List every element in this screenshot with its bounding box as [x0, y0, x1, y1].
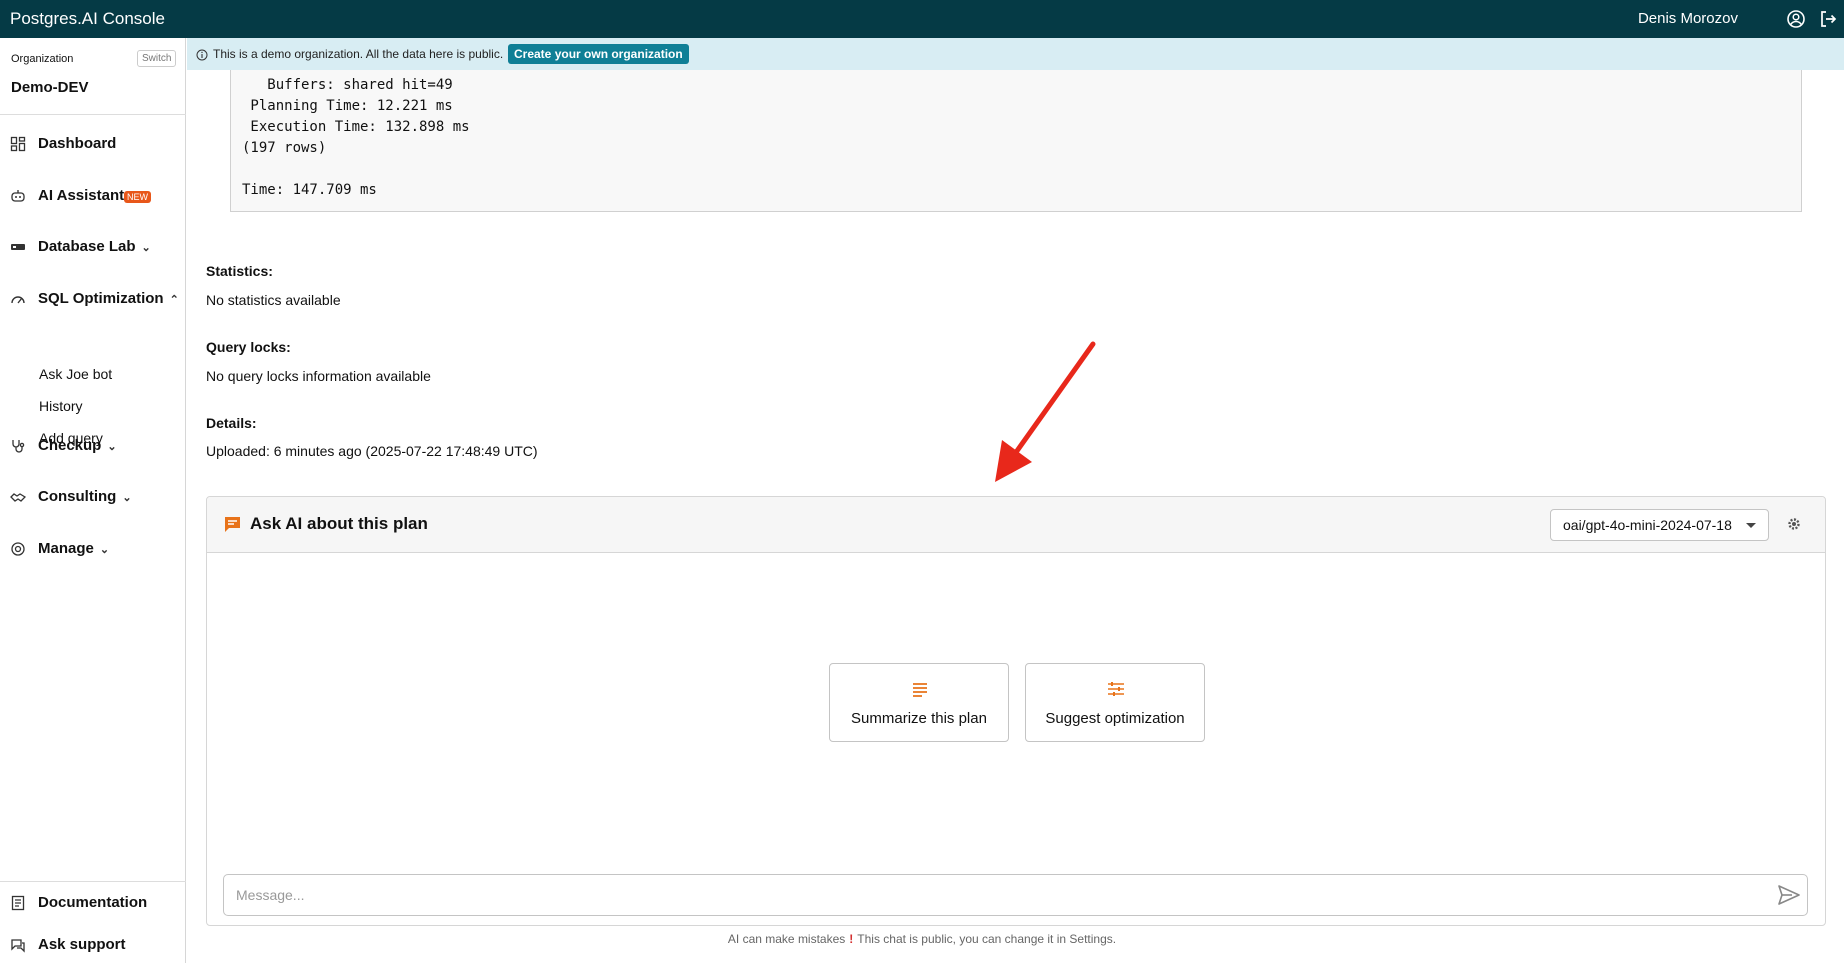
ask-ai-header: Ask AI about this plan oai/gpt-4o-mini-2… — [207, 497, 1825, 553]
suggest-optimization-button[interactable]: Suggest optimization — [1025, 663, 1205, 742]
stethoscope-icon — [10, 438, 26, 454]
chevron-up-icon: ⌃ — [169, 294, 179, 306]
sidebar-item-label: Documentation — [38, 894, 148, 911]
sidebar-item-label: Database Lab — [38, 238, 136, 255]
ai-disclaimer: AI can make mistakes! This chat is public… — [0, 932, 1844, 946]
disclaimer-settings-text: This chat is public, you can change it i… — [857, 932, 1117, 946]
model-select[interactable]: oai/gpt-4o-mini-2024-07-18 — [1550, 509, 1769, 541]
chevron-down-icon: ⌄ — [107, 441, 117, 453]
message-input[interactable] — [223, 874, 1808, 916]
caret-down-icon — [1746, 523, 1756, 528]
statistics-value: No statistics available — [206, 292, 341, 308]
model-select-value: oai/gpt-4o-mini-2024-07-18 — [1563, 517, 1732, 533]
sidebar-item-label: Checkup — [38, 437, 102, 454]
details-value: Uploaded: 6 minutes ago (2025-07-22 17:4… — [206, 443, 538, 459]
dashboard-icon — [10, 136, 26, 152]
chevron-down-icon: ⌄ — [122, 492, 132, 504]
statistics-label: Statistics: — [206, 263, 273, 279]
banner-text: This is a demo organization. All the dat… — [213, 47, 504, 61]
sidebar-item-ai-assistant[interactable]: AI Assistant NEW — [0, 181, 186, 211]
plan-line: Buffers: shared hit=49 — [242, 77, 453, 93]
gear-icon[interactable] — [1787, 517, 1801, 531]
sidebar-item-consulting[interactable]: Consulting ⌄ — [0, 482, 186, 512]
query-locks-label: Query locks: — [206, 339, 291, 355]
sidebar-divider — [0, 114, 186, 115]
sidebar-item-dashboard[interactable]: Dashboard — [0, 129, 186, 159]
switch-org-button[interactable]: Switch — [137, 50, 177, 67]
plan-output: Buffers: shared hit=49 Planning Time: 12… — [230, 70, 1802, 212]
sidebar-divider — [0, 881, 186, 882]
top-bar: Postgres.AI Console Denis Morozov — [0, 0, 1844, 38]
plan-line: (197 rows) — [242, 140, 327, 156]
sidebar-item-label: AI Assistant — [38, 187, 125, 204]
new-badge: NEW — [124, 191, 151, 203]
sidebar-item-label: SQL Optimization — [38, 290, 164, 307]
lines-icon — [911, 681, 929, 697]
query-locks-value: No query locks information available — [206, 368, 431, 384]
account-icon[interactable] — [1786, 9, 1806, 29]
info-icon — [196, 48, 208, 61]
database-icon — [10, 239, 26, 255]
demo-banner: This is a demo organization. All the dat… — [187, 38, 1844, 70]
sidebar-item-database-lab[interactable]: Database Lab ⌄ — [0, 232, 186, 262]
summarize-plan-label: Summarize this plan — [851, 710, 987, 727]
sidebar-subitem-history[interactable]: History — [39, 398, 83, 414]
chevron-down-icon: ⌄ — [141, 242, 151, 254]
sidebar-item-label: Consulting — [38, 488, 117, 505]
robot-icon — [10, 188, 26, 204]
send-icon[interactable] — [1778, 885, 1800, 905]
sidebar-item-manage[interactable]: Manage ⌄ — [0, 534, 186, 564]
tune-icon — [1107, 681, 1125, 697]
sidebar: Organization Switch Demo-DEV Dashboard A… — [0, 38, 186, 963]
suggest-optimization-label: Suggest optimization — [1045, 710, 1185, 727]
sidebar-item-label: Dashboard — [38, 135, 117, 152]
create-organization-button[interactable]: Create your own organization — [508, 44, 689, 64]
docs-icon — [10, 895, 26, 911]
settings-icon — [10, 541, 26, 557]
annotation-arrow-icon — [995, 341, 1096, 482]
plan-line: Execution Time: 132.898 ms — [242, 119, 470, 135]
summarize-plan-button[interactable]: Summarize this plan — [829, 663, 1009, 742]
app-title[interactable]: Postgres.AI Console — [10, 9, 165, 29]
ask-ai-panel: Ask AI about this plan oai/gpt-4o-mini-2… — [206, 496, 1826, 926]
chat-bubble-icon — [224, 516, 241, 533]
user-name[interactable]: Denis Morozov — [1638, 10, 1738, 27]
plan-line: Planning Time: 12.221 ms — [242, 98, 453, 114]
plan-line: Time: 147.709 ms — [242, 182, 377, 198]
organization-name: Demo-DEV — [11, 79, 89, 96]
disclaimer-text: AI can make mistakes — [727, 932, 846, 946]
chevron-down-icon: ⌄ — [99, 544, 110, 556]
details-label: Details: — [206, 415, 257, 431]
organization-label: Organization — [11, 53, 74, 65]
sidebar-item-checkup[interactable]: Checkup ⌄ — [0, 431, 186, 461]
exclamation-icon: ! — [849, 932, 854, 946]
sidebar-item-documentation[interactable]: Documentation — [0, 888, 186, 918]
ask-ai-title: Ask AI about this plan — [250, 514, 428, 533]
handshake-icon — [10, 489, 27, 505]
sidebar-subitem-ask-joe-bot[interactable]: Ask Joe bot — [39, 366, 112, 382]
sidebar-item-sql-optimization[interactable]: SQL Optimization ⌃ — [0, 284, 186, 314]
logout-icon[interactable] — [1818, 9, 1838, 29]
sidebar-item-label: Manage — [38, 540, 94, 557]
speedometer-icon — [10, 291, 26, 307]
